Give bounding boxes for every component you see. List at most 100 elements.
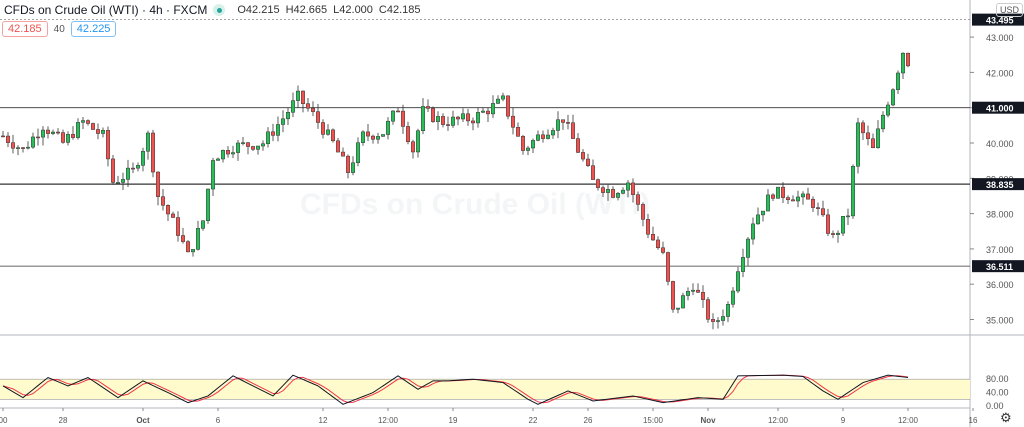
candle-down xyxy=(246,142,250,147)
candle-up xyxy=(731,290,735,305)
candle-up xyxy=(146,132,150,152)
candle-down xyxy=(336,140,340,153)
candle-up xyxy=(676,307,680,310)
candle-down xyxy=(61,132,65,143)
candle-up xyxy=(891,89,895,106)
y-tick-label: 43.000 xyxy=(986,33,1014,43)
candle-up xyxy=(801,193,805,198)
candle-up xyxy=(206,188,210,221)
candle-up xyxy=(141,150,145,166)
candle-down xyxy=(571,122,575,139)
candle-down xyxy=(311,107,315,112)
candle-down xyxy=(181,235,185,242)
candle-down xyxy=(331,129,335,142)
x-tick-label: 15:00 xyxy=(643,416,664,425)
candle-down xyxy=(706,299,710,320)
x-tick-label: 28 xyxy=(59,416,68,425)
price-label: 36.511 xyxy=(986,262,1013,272)
candle-down xyxy=(71,134,75,138)
stoch-tick-label: 40.00 xyxy=(986,388,1009,398)
candle-down xyxy=(791,199,795,202)
candle-down xyxy=(151,132,155,173)
candle-up xyxy=(201,220,205,229)
candle-up xyxy=(26,146,30,149)
candle-up xyxy=(376,136,380,140)
candle-up xyxy=(901,52,905,74)
x-tick-label: 12:00 xyxy=(898,416,919,425)
candle-up xyxy=(496,98,500,104)
candle-down xyxy=(226,150,230,155)
candle-up xyxy=(326,129,330,135)
candle-up xyxy=(381,134,385,137)
candle-down xyxy=(661,247,665,253)
candle-up xyxy=(776,186,780,199)
candle-up xyxy=(896,72,900,90)
candle-down xyxy=(581,152,585,160)
x-tick-label: 00 xyxy=(0,416,8,425)
ohlc-close: C42.185 xyxy=(378,4,421,16)
candle-up xyxy=(766,194,770,212)
candle-up xyxy=(291,100,295,113)
candle-up xyxy=(536,134,540,141)
x-tick-label: 26 xyxy=(584,416,593,425)
candle-down xyxy=(806,193,810,200)
sell-button[interactable]: 42.185 xyxy=(2,21,48,37)
spread: 40 xyxy=(53,23,65,35)
candle-up xyxy=(556,119,560,131)
candle-up xyxy=(691,289,695,292)
currency-button[interactable]: USD xyxy=(996,3,1024,17)
candle-down xyxy=(86,120,90,124)
candle-up xyxy=(881,114,885,130)
candle-up xyxy=(796,196,800,202)
candle-down xyxy=(306,103,310,109)
candle-down xyxy=(96,129,100,134)
candle-up xyxy=(416,130,420,153)
candle-up xyxy=(681,295,685,309)
symbol-title[interactable]: CFDs on Crude Oil (WTI) · 4h · FXCM xyxy=(4,3,207,17)
candle-up xyxy=(746,238,750,258)
candle-down xyxy=(11,142,15,149)
candle-down xyxy=(301,90,305,104)
candle-up xyxy=(231,152,235,155)
y-tick-label: 42.000 xyxy=(986,68,1014,78)
buy-button[interactable]: 42.225 xyxy=(70,21,117,37)
candle-down xyxy=(821,208,825,216)
candle-down xyxy=(441,116,445,125)
candle-up xyxy=(66,134,70,143)
candle-up xyxy=(266,131,270,144)
candle-up xyxy=(741,257,745,272)
candle-down xyxy=(426,106,430,109)
candle-down xyxy=(46,129,50,134)
stoch-tick-label: 80.00 xyxy=(986,374,1009,384)
gear-icon[interactable]: ⚙ xyxy=(1000,410,1012,426)
candle-up xyxy=(421,106,425,131)
candle-down xyxy=(341,151,345,157)
candle-up xyxy=(846,215,850,218)
candle-up xyxy=(851,166,855,217)
candle-down xyxy=(161,196,165,206)
candle-up xyxy=(196,228,200,250)
y-tick-label: 37.000 xyxy=(986,245,1014,255)
candle-down xyxy=(711,319,715,322)
chart-legend: CFDs on Crude Oil (WTI) · 4h · FXCM O42.… xyxy=(4,3,421,17)
candle-up xyxy=(281,118,285,125)
candle-down xyxy=(816,207,820,209)
candle-down xyxy=(131,167,135,170)
candle-down xyxy=(6,135,10,143)
candle-up xyxy=(761,210,765,216)
candle-down xyxy=(781,186,785,198)
candle-up xyxy=(491,103,495,115)
candle-down xyxy=(516,126,520,137)
candle-up xyxy=(716,320,720,322)
x-tick-label: 19 xyxy=(449,416,458,425)
candle-up xyxy=(101,130,105,134)
candle-down xyxy=(176,217,180,236)
ohlc-open: O42.215 xyxy=(237,4,280,16)
candle-up xyxy=(531,140,535,149)
candle-down xyxy=(251,146,255,150)
candle-down xyxy=(396,110,400,113)
candle-down xyxy=(666,252,670,282)
candle-up xyxy=(726,304,730,317)
candle-down xyxy=(826,214,830,234)
candle-up xyxy=(191,249,195,253)
